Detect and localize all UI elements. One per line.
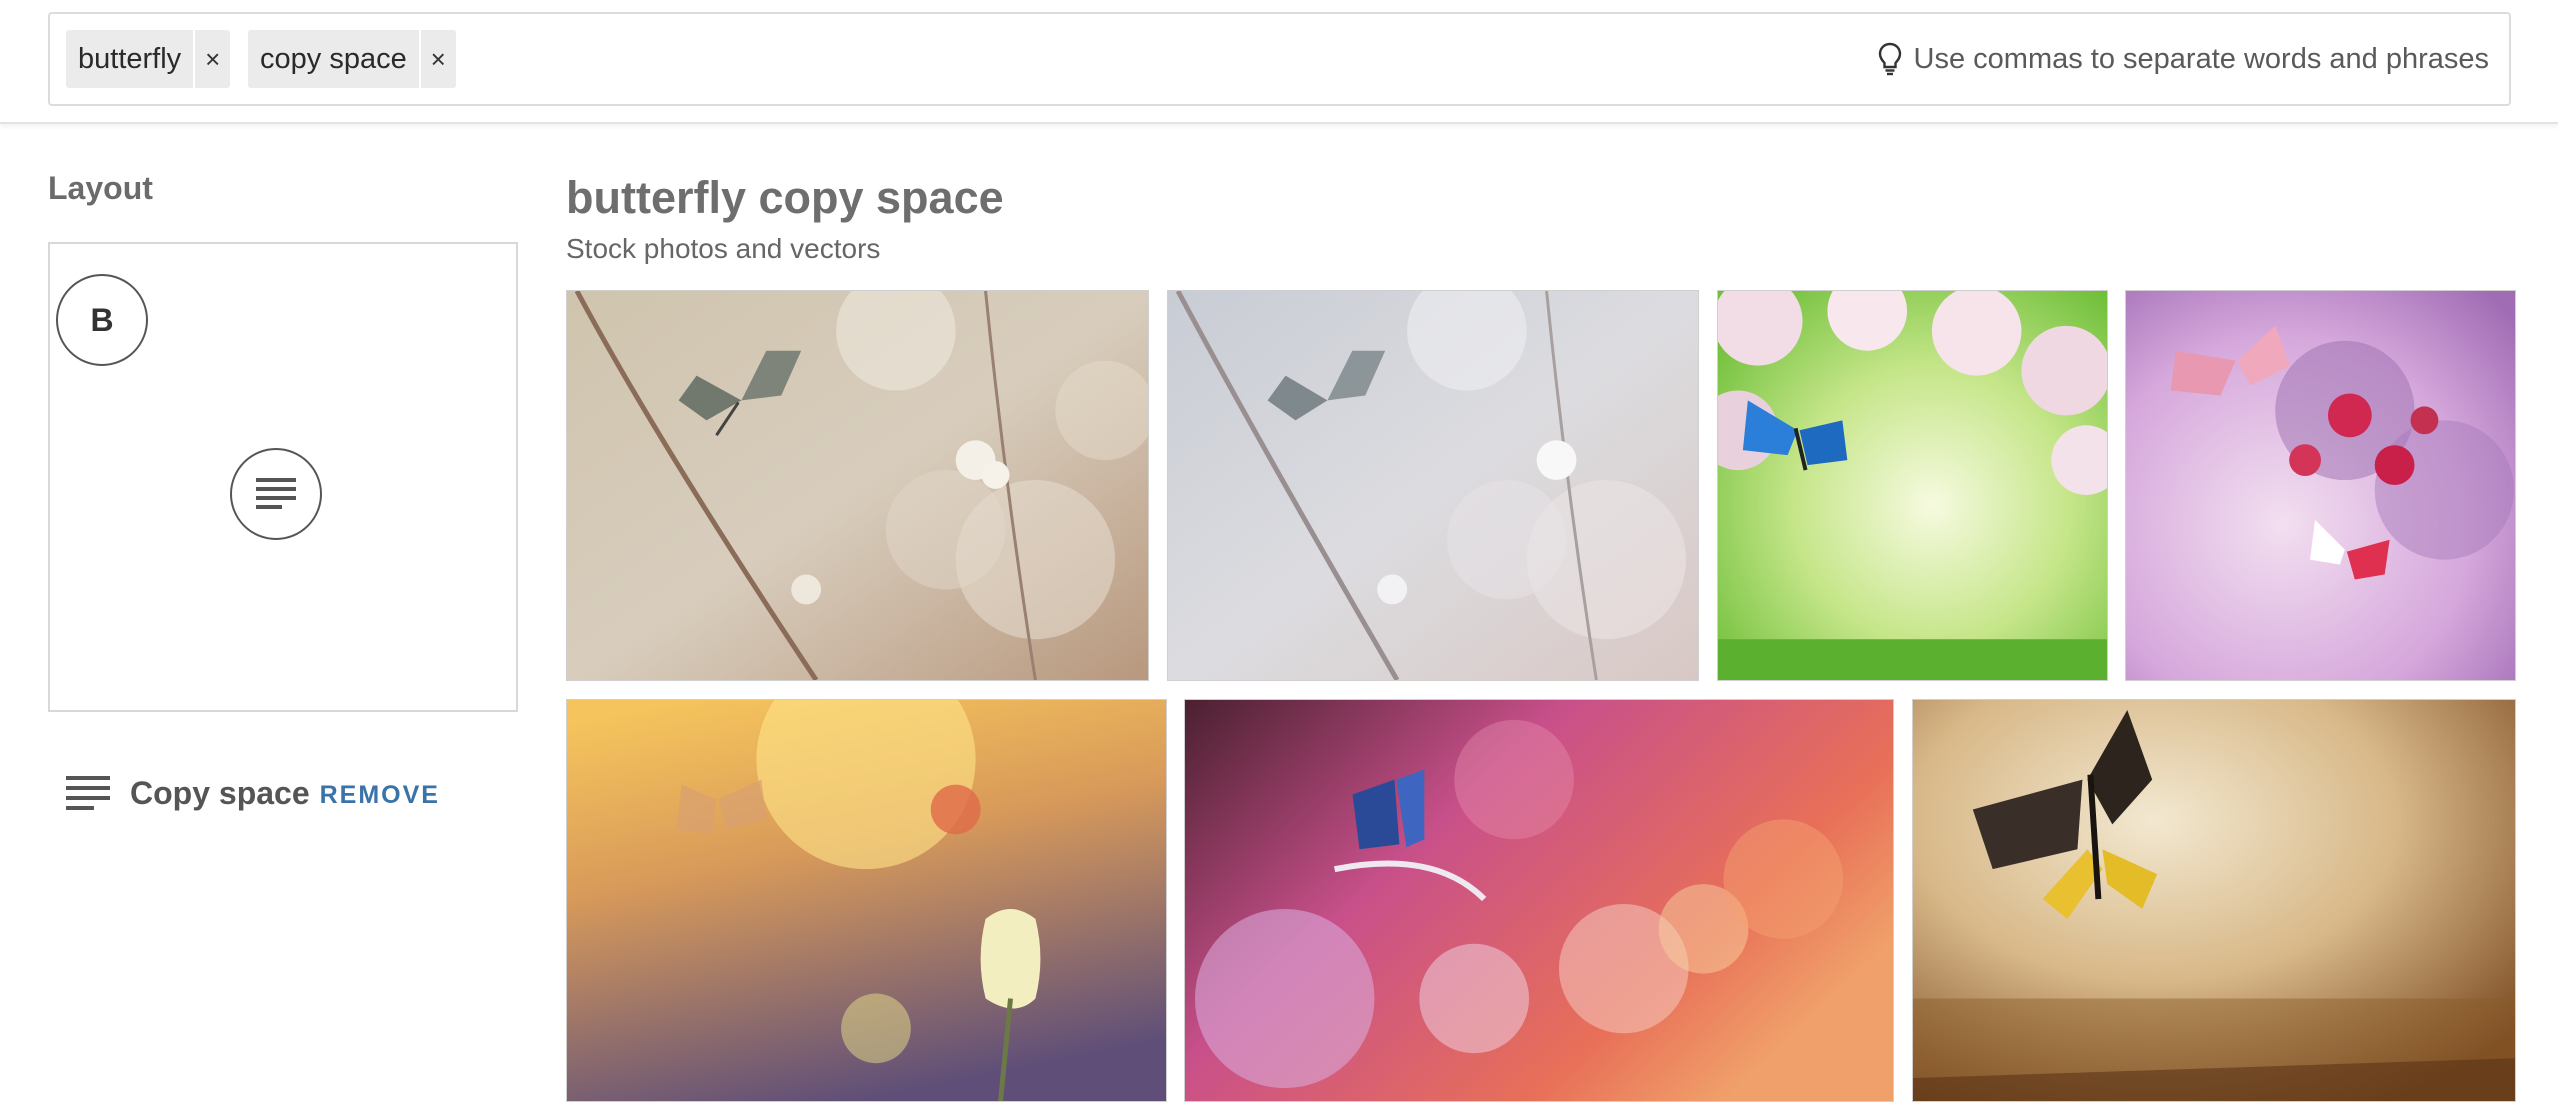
lightbulb-icon: [1878, 42, 1901, 76]
chip-label: copy space: [260, 42, 407, 75]
image-thumbnail[interactable]: [566, 699, 1167, 1102]
layout-picker[interactable]: B: [48, 242, 518, 712]
copy-space-marker[interactable]: [230, 448, 322, 540]
copy-space-filter: Copy space REMOVE: [66, 770, 440, 816]
page-subtitle: Stock photos and vectors: [566, 233, 881, 264]
layout-title: Layout: [48, 170, 153, 206]
layout-option-b[interactable]: B: [56, 274, 148, 366]
image-thumbnail[interactable]: [2125, 290, 2516, 681]
chip-remove-icon[interactable]: ×: [418, 30, 456, 88]
copy-space-label: Copy space: [130, 774, 310, 811]
chip-remove-icon[interactable]: ×: [193, 30, 230, 88]
image-thumbnail[interactable]: [1717, 290, 2108, 681]
chip-label: butterfly: [78, 42, 182, 75]
image-thumbnail[interactable]: [1912, 699, 2516, 1102]
page-title: butterfly copy space: [566, 172, 1004, 223]
search-chip-butterfly: butterfly ×: [66, 30, 231, 88]
search-header: butterfly × copy space × Use commas to s…: [0, 0, 2558, 124]
remove-copy-space-link[interactable]: REMOVE: [320, 781, 440, 810]
image-thumbnail[interactable]: [1184, 699, 1894, 1102]
search-hint: Use commas to separate words and phrases: [1878, 14, 2489, 104]
search-input[interactable]: butterfly × copy space × Use commas to s…: [48, 12, 2511, 106]
align-left-lines-icon: [66, 776, 110, 810]
image-thumbnail[interactable]: [566, 290, 1149, 681]
align-left-lines-icon: [256, 478, 296, 509]
search-hint-text: Use commas to separate words and phrases: [1913, 42, 2489, 75]
image-thumbnail[interactable]: [1167, 290, 1699, 681]
search-chip-copy-space: copy space ×: [248, 30, 456, 88]
